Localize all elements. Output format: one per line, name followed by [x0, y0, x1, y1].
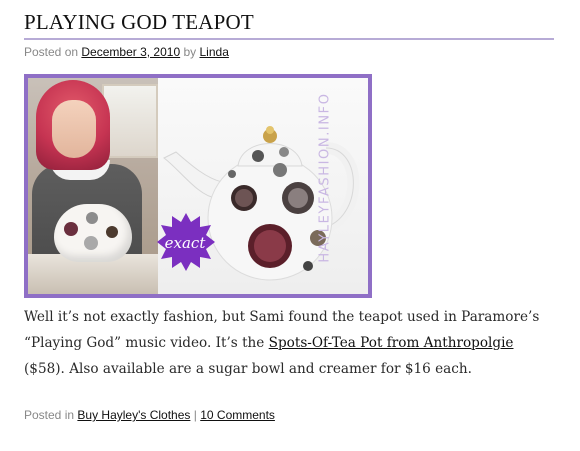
window-background	[102, 84, 158, 158]
blog-post: PLAYING GOD TEAPOT Posted on December 3,…	[24, 8, 554, 422]
post-image[interactable]: HAYLEYFASHION.INFO exact	[24, 74, 372, 298]
person-face	[52, 100, 96, 158]
title-divider	[24, 38, 554, 40]
footer-separator: |	[193, 408, 197, 422]
comments-link[interactable]: 10 Comments	[200, 408, 275, 422]
author-link[interactable]: Linda	[200, 45, 229, 59]
posted-in-label: Posted in	[24, 408, 75, 422]
post-footer: Posted in Buy Hayley's Clothes | 10 Comm…	[24, 408, 554, 422]
video-still-photo	[28, 78, 158, 294]
body-text-2: ($58). Also available are a sugar bowl a…	[24, 361, 472, 377]
product-link[interactable]: Spots-Of-Tea Pot from Anthropolgie	[269, 335, 514, 351]
post-body: Well it’s not exactly fashion, but Sami …	[24, 304, 554, 382]
posted-on-label: Posted on	[24, 45, 79, 59]
post-date-link[interactable]: December 3, 2010	[81, 45, 180, 59]
image-watermark: HAYLEYFASHION.INFO	[317, 92, 333, 263]
post-title[interactable]: PLAYING GOD TEAPOT	[24, 8, 554, 36]
small-teapot	[54, 204, 132, 262]
category-link[interactable]: Buy Hayley's Clothes	[77, 408, 190, 422]
by-label: by	[183, 45, 197, 59]
exact-badge-label: exact	[164, 234, 206, 252]
post-meta: Posted on December 3, 2010 by Linda	[24, 45, 554, 59]
